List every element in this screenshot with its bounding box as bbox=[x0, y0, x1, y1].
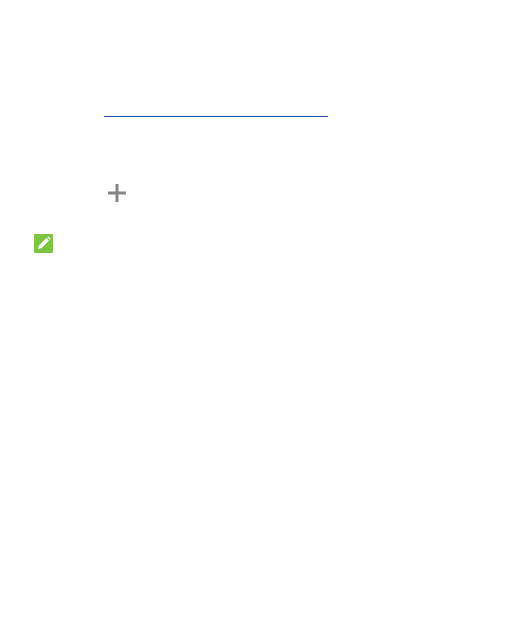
note-pencil-icon bbox=[34, 234, 53, 253]
plus-icon bbox=[107, 183, 127, 203]
hyperlink-underline[interactable] bbox=[104, 116, 328, 117]
